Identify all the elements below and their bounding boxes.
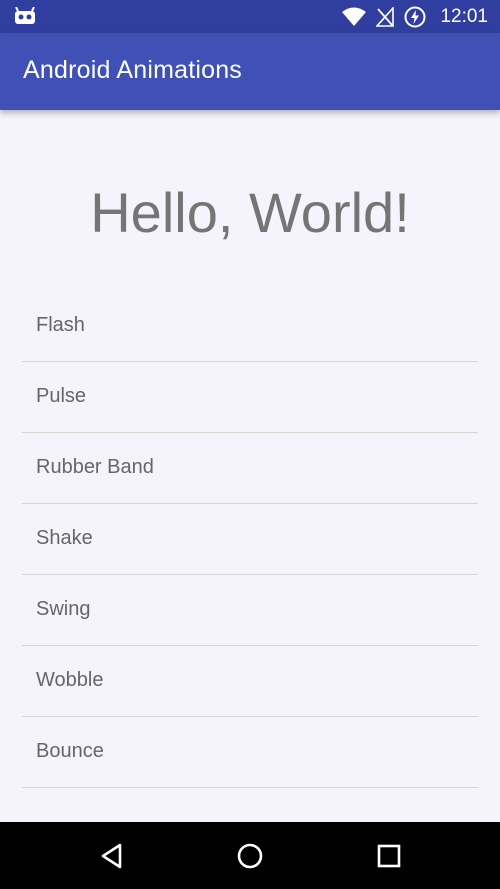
list-item-wobble[interactable]: Wobble xyxy=(22,646,478,717)
list-item-swing[interactable]: Swing xyxy=(22,575,478,646)
list-item-shake[interactable]: Shake xyxy=(22,504,478,575)
app-title: Android Animations xyxy=(23,56,243,84)
list-item-label: Rubber Band xyxy=(36,456,154,478)
list-item-label: Bounce xyxy=(36,740,104,762)
home-icon[interactable] xyxy=(236,842,264,870)
clock: 12:01 xyxy=(440,6,488,27)
wifi-icon xyxy=(342,7,367,26)
android-debug-icon xyxy=(15,7,35,24)
back-icon[interactable] xyxy=(98,842,126,870)
app-bar: Android Animations xyxy=(0,33,500,110)
battery-charging-icon xyxy=(404,6,426,28)
status-bar: 12:01 xyxy=(0,0,500,33)
list-item-bounce[interactable]: Bounce xyxy=(22,717,478,788)
list-item-label: Shake xyxy=(36,527,93,549)
list-item-label: Wobble xyxy=(36,669,104,691)
list-item-label: Pulse xyxy=(36,385,87,407)
animation-list: Flash Pulse Rubber Band Shake Swing Wobb… xyxy=(22,291,478,788)
navigation-bar xyxy=(0,822,500,889)
hello-heading: Hello, World! xyxy=(90,181,410,244)
recents-icon[interactable] xyxy=(375,842,403,870)
list-item-pulse[interactable]: Pulse xyxy=(22,362,478,433)
list-item-rubber-band[interactable]: Rubber Band xyxy=(22,433,478,504)
list-item-flash[interactable]: Flash xyxy=(22,291,478,362)
list-item-label: Flash xyxy=(36,314,85,336)
main-content: Hello, World! Flash Pulse Rubber Band Sh… xyxy=(0,110,500,822)
list-item-label: Swing xyxy=(36,598,91,620)
no-signal-icon xyxy=(376,7,395,27)
